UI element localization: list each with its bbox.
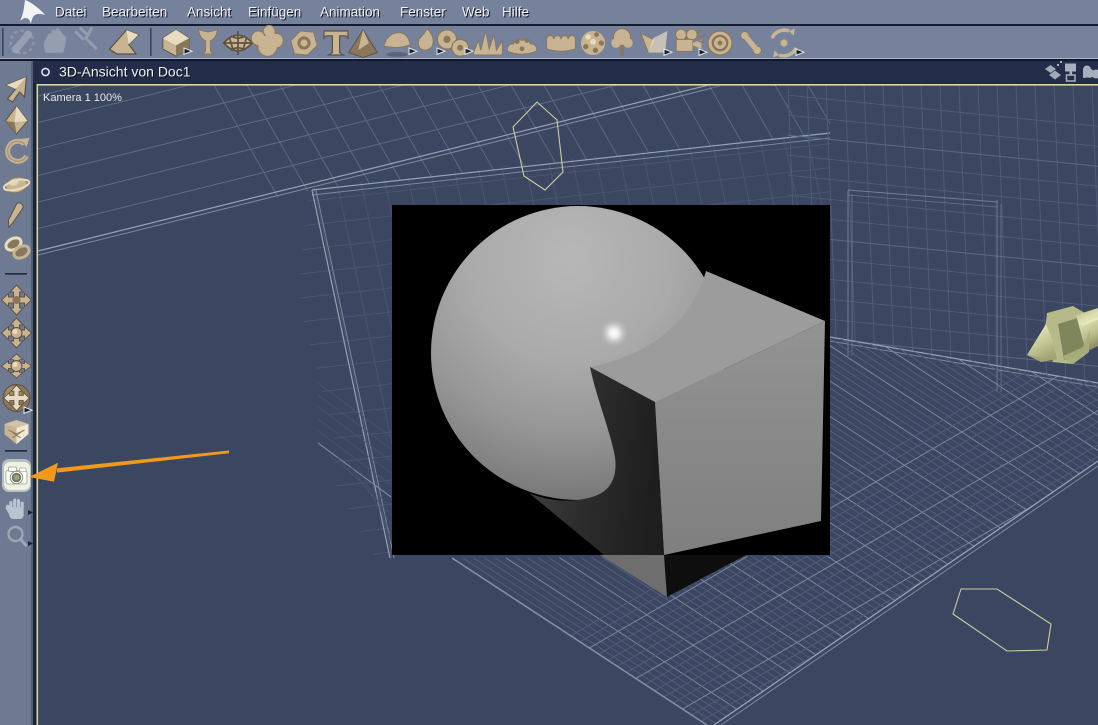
svg-text:Hilfe: Hilfe (502, 5, 529, 20)
svg-text:Web: Web (462, 5, 490, 20)
svg-text:Animation: Animation (320, 5, 380, 20)
svg-text:Ansicht: Ansicht (187, 5, 232, 20)
svg-text:Kamera 1 100%: Kamera 1 100% (43, 92, 122, 104)
svg-text:Bearbeiten: Bearbeiten (102, 5, 167, 20)
svg-text:Einfügen: Einfügen (248, 5, 301, 20)
svg-text:Datei: Datei (55, 5, 87, 20)
svg-text:Fenster: Fenster (400, 5, 446, 20)
svg-text:3D-Ansicht von Doc1: 3D-Ansicht von Doc1 (59, 64, 191, 80)
